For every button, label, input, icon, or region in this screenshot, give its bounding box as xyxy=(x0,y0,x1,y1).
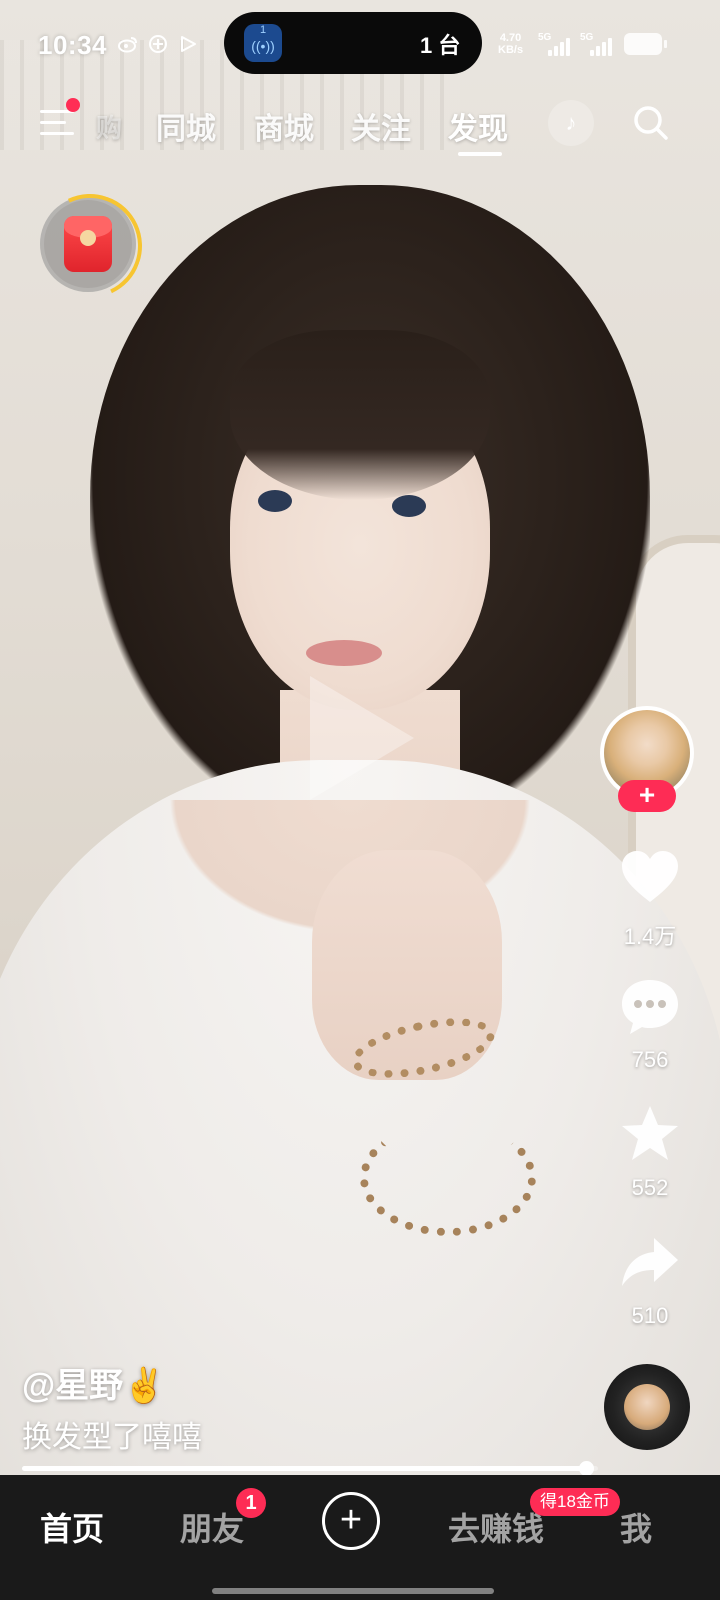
share-icon xyxy=(622,1238,678,1286)
progress-fill xyxy=(22,1466,587,1471)
tab-earn[interactable]: 去赚钱 xyxy=(448,1504,544,1550)
favorite-action[interactable]: 552 xyxy=(610,1102,690,1201)
signal-icon: 5G xyxy=(538,32,574,56)
share-count: 510 xyxy=(631,1303,669,1328)
video-description: 换发型了嘻嘻 xyxy=(22,1421,202,1454)
broadcast-icon: 1 ((•)) xyxy=(244,24,282,62)
share-action[interactable]: 510 xyxy=(610,1230,690,1329)
active-tab-indicator xyxy=(458,152,502,156)
like-action[interactable]: 1.4万 xyxy=(610,846,690,951)
menu-icon[interactable] xyxy=(40,108,74,138)
friends-badge: 1 xyxy=(236,1488,266,1518)
home-indicator[interactable] xyxy=(212,1588,494,1594)
heart-icon xyxy=(622,851,678,902)
status-bar: 10:34 1 ((•)) 1 台 4.70 KB/s 5G 5G xyxy=(0,0,720,92)
douyin-logo-icon[interactable]: ♪ xyxy=(548,100,594,146)
video-subject-bangs xyxy=(230,330,490,500)
comment-count: 756 xyxy=(631,1047,669,1072)
comment-icon xyxy=(622,980,678,1034)
network-speed: 4.70 KB/s xyxy=(498,32,524,56)
dynamic-island[interactable]: 1 ((•)) 1 台 xyxy=(224,12,482,74)
video-subject-eye-left xyxy=(258,490,292,512)
weibo-icon xyxy=(118,37,137,53)
tab-shopping-faded[interactable]: 购 xyxy=(96,108,122,145)
author-name[interactable]: @星野✌️ xyxy=(22,1358,166,1407)
video-progress-bar[interactable] xyxy=(22,1461,598,1476)
tab-following[interactable]: 关注 xyxy=(351,104,411,148)
add-button[interactable]: + xyxy=(322,1492,380,1550)
tab-discover[interactable]: 发现 xyxy=(448,104,508,148)
tab-me[interactable]: 我 xyxy=(620,1504,652,1550)
play-icon xyxy=(181,36,196,52)
music-disc-cover xyxy=(624,1384,670,1430)
comment-action[interactable]: 756 xyxy=(610,974,690,1073)
music-disc[interactable] xyxy=(604,1364,690,1450)
tab-home[interactable]: 首页 xyxy=(40,1504,104,1550)
coin-badge: 得18金币 xyxy=(530,1488,620,1516)
favorite-count: 552 xyxy=(631,1175,669,1200)
video-subject-eye-right xyxy=(392,495,426,517)
search-icon[interactable] xyxy=(632,104,670,142)
status-time: 10:34 xyxy=(38,30,107,60)
video-subject-bracelet-2 xyxy=(360,1120,536,1236)
play-icon[interactable] xyxy=(310,676,414,800)
tab-mall[interactable]: 商城 xyxy=(254,104,314,148)
notification-dot xyxy=(66,98,80,112)
app-icon xyxy=(149,35,167,53)
red-envelope-widget[interactable] xyxy=(40,196,136,292)
island-text: 1 台 xyxy=(420,33,461,58)
signal-icon-2: 5G xyxy=(580,32,616,56)
video-subject-lips xyxy=(306,640,382,666)
battery-icon xyxy=(624,33,667,55)
red-envelope-icon xyxy=(64,216,112,272)
tab-friends[interactable]: 朋友 xyxy=(180,1504,244,1550)
tab-local[interactable]: 同城 xyxy=(156,104,216,148)
follow-button[interactable]: + xyxy=(618,780,676,812)
star-icon xyxy=(622,1106,678,1160)
like-count: 1.4万 xyxy=(623,924,677,949)
